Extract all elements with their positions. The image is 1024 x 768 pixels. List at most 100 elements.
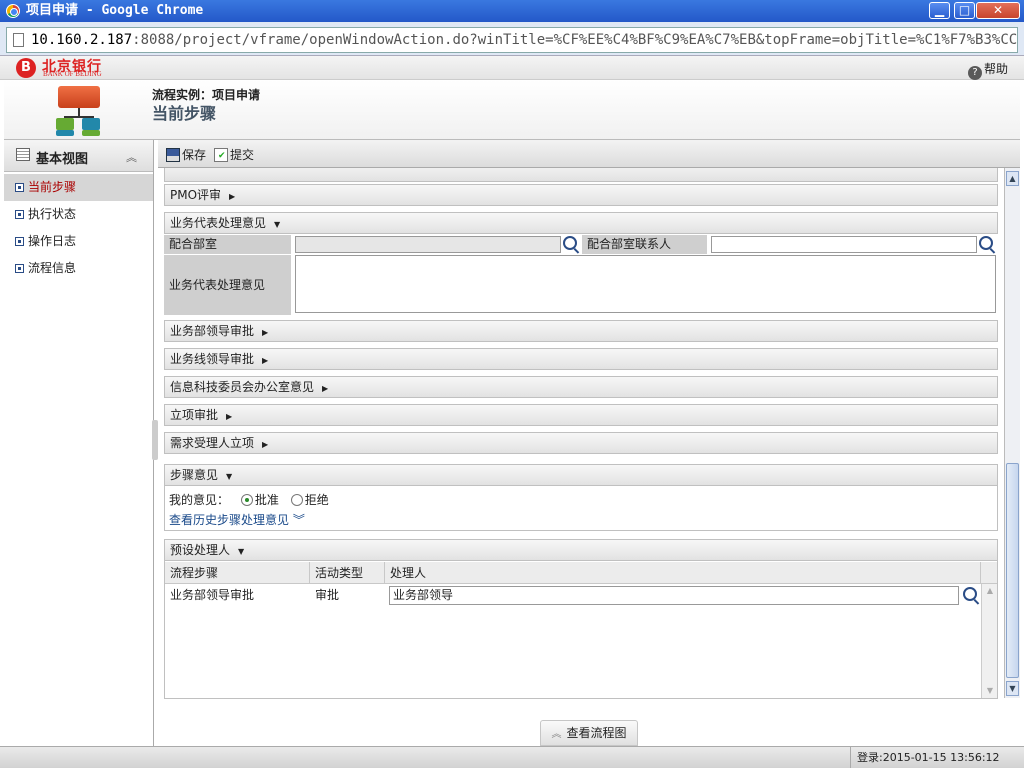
- scroll-down-icon[interactable]: ▼: [1006, 681, 1019, 696]
- sidebar-title: 基本视图: [36, 152, 89, 167]
- section-title: 需求受理人立项: [170, 436, 255, 450]
- grid-header: 流程步骤 活动类型 处理人: [165, 562, 997, 584]
- submit-label: 提交: [230, 148, 255, 162]
- cell-step: 业务部领导审批: [170, 588, 255, 602]
- section-header-pmo-review[interactable]: PMO评审 ▶: [164, 184, 998, 206]
- login-time: 登录:2015-01-15 13:56:12: [850, 747, 1000, 768]
- section-header-line-leader-approval[interactable]: 业务线领导审批 ▶: [164, 348, 998, 370]
- caret-down-icon: ▼: [226, 472, 233, 481]
- url-path: :8088/project/vframe/openWindowAction.do…: [132, 32, 1018, 48]
- section-header-dept-leader-approval[interactable]: 业务部领导审批 ▶: [164, 320, 998, 342]
- coop-contact-label: 配合部室联系人: [582, 235, 707, 254]
- save-icon: [166, 148, 180, 162]
- scroll-up-icon[interactable]: ▲: [984, 585, 996, 597]
- sidebar-item-operation-log[interactable]: 操作日志: [4, 228, 153, 255]
- view-flowchart-label: 查看流程图: [566, 726, 627, 740]
- bank-header: B 北京银行 BANK OF BEIJING ? 帮助: [0, 56, 1024, 80]
- coop-contact-field[interactable]: [711, 236, 977, 253]
- approve-radio[interactable]: 批准: [233, 493, 279, 507]
- bullet-icon: [15, 183, 24, 192]
- preset-handler-panel: 预设处理人 ▼ 流程步骤 活动类型 处理人 业务部领导审批 审批 业务部领导 ▲ …: [164, 539, 998, 699]
- url-host: 10.160.2.187: [31, 32, 133, 48]
- step-opinion-panel: 步骤意见 ▼ 我的意见： 批准 拒绝 查看历史步骤处理意见 ︾: [164, 464, 998, 531]
- section-header-tech-office-opinion[interactable]: 信息科技委员会办公室意见 ▶: [164, 376, 998, 398]
- caret-down-icon: ▼: [238, 547, 245, 556]
- section-title: 步骤意见: [170, 468, 219, 482]
- radio-unchecked-icon: [290, 494, 303, 506]
- section-header-step-opinion[interactable]: 步骤意见 ▼: [164, 464, 998, 486]
- coop-dept-label: 配合部室: [164, 235, 291, 254]
- chrome-icon: [6, 4, 20, 18]
- scroll-up-icon[interactable]: ▲: [1006, 171, 1019, 186]
- collapse-icon[interactable]: ︽: [126, 149, 137, 165]
- caret-right-icon: ▶: [226, 412, 233, 421]
- bullet-icon: [15, 237, 24, 246]
- double-chevron-up-icon: ︽: [551, 729, 562, 740]
- radio-checked-icon: [240, 494, 253, 506]
- column-header-handler[interactable]: 处理人: [385, 562, 981, 584]
- sidebar-item-current-step[interactable]: 当前步骤: [4, 174, 153, 201]
- caret-right-icon: ▶: [262, 328, 269, 337]
- sidebar-item-execution-status[interactable]: 执行状态: [4, 201, 153, 228]
- search-icon[interactable]: [963, 587, 977, 601]
- bullet-icon: [15, 264, 24, 273]
- help-icon: ?: [968, 66, 982, 80]
- section-header-preset-handler[interactable]: 预设处理人 ▼: [164, 539, 998, 561]
- column-header-step[interactable]: 流程步骤: [165, 562, 310, 584]
- section-header-biz-rep-opinion[interactable]: 业务代表处理意见 ▼: [164, 212, 998, 234]
- reject-label: 拒绝: [304, 493, 329, 507]
- handler-input[interactable]: 业务部领导: [389, 586, 959, 605]
- window-title: 项目申请 - Google Chrome: [26, 3, 204, 18]
- section-header-project-approval[interactable]: 立项审批 ▶: [164, 404, 998, 426]
- opinion-choice: 我的意见： 批准 拒绝: [169, 491, 329, 508]
- scrollbar-thumb[interactable]: [1006, 463, 1019, 678]
- sidebar-item-process-info[interactable]: 流程信息: [4, 255, 153, 282]
- sidebar-item-label: 执行状态: [28, 207, 77, 221]
- caret-right-icon: ▶: [229, 192, 236, 201]
- sidebar-header: 基本视图 ︽: [4, 140, 153, 172]
- save-label: 保存: [182, 148, 207, 162]
- sidebar: 基本视图 ︽ 当前步骤 执行状态 操作日志 流程信息: [4, 140, 154, 746]
- close-button[interactable]: ✕: [976, 2, 1020, 19]
- view-flowchart-button[interactable]: ︽ 查看流程图: [540, 720, 638, 746]
- search-icon[interactable]: [979, 236, 993, 250]
- list-view-icon: [16, 148, 30, 161]
- toolbar: 保存 提交: [158, 140, 1020, 168]
- help-link[interactable]: ? 帮助: [968, 60, 1008, 80]
- history-opinions-link[interactable]: 查看历史步骤处理意见 ︾: [169, 511, 305, 528]
- biz-rep-opinion-textarea[interactable]: [295, 255, 996, 313]
- save-button[interactable]: 保存: [166, 146, 206, 163]
- caret-right-icon: ▶: [262, 356, 269, 365]
- status-bar: 登录:2015-01-15 13:56:12: [0, 746, 1024, 768]
- section-header-demand-accept[interactable]: 需求受理人立项 ▶: [164, 432, 998, 454]
- url-field[interactable]: 10.160.2.187:8088/project/vframe/openWin…: [6, 27, 1018, 53]
- column-header-activity-type[interactable]: 活动类型: [310, 562, 385, 584]
- reject-radio[interactable]: 拒绝: [283, 493, 329, 507]
- coop-dept-field[interactable]: [295, 236, 561, 253]
- bullet-icon: [15, 210, 24, 219]
- section-header-project-info[interactable]: [164, 168, 998, 182]
- cell-activity-type: 审批: [315, 588, 340, 602]
- approve-label: 批准: [254, 493, 279, 507]
- sidebar-item-label: 当前步骤: [28, 180, 77, 194]
- window-title-bar: 项目申请 - Google Chrome ▁ □ ✕: [0, 0, 1024, 22]
- section-title: 预设处理人: [170, 543, 231, 557]
- section-title: 业务部领导审批: [170, 324, 255, 338]
- bank-name-en: BANK OF BEIJING: [43, 70, 102, 78]
- main-scrollbar[interactable]: ▲ ▼: [1004, 168, 1020, 698]
- submit-button[interactable]: 提交: [214, 146, 254, 163]
- process-header: 流程实例：项目申请 当前步骤: [4, 80, 1020, 140]
- help-label: 帮助: [984, 62, 1009, 76]
- caret-right-icon: ▶: [262, 440, 269, 449]
- section-title: PMO评审: [170, 188, 222, 202]
- minimize-button[interactable]: ▁: [929, 2, 950, 19]
- table-row: 业务部领导审批 审批 业务部领导: [165, 584, 981, 606]
- opinion-label: 我的意见：: [169, 493, 230, 507]
- page-icon: [13, 33, 24, 47]
- search-icon[interactable]: [563, 236, 577, 250]
- grid-scrollbar[interactable]: ▲ ▼: [981, 584, 997, 698]
- address-bar: 10.160.2.187:8088/project/vframe/openWin…: [0, 22, 1024, 56]
- maximize-button[interactable]: □: [954, 2, 975, 19]
- scroll-down-icon[interactable]: ▼: [984, 685, 996, 697]
- caret-right-icon: ▶: [322, 384, 329, 393]
